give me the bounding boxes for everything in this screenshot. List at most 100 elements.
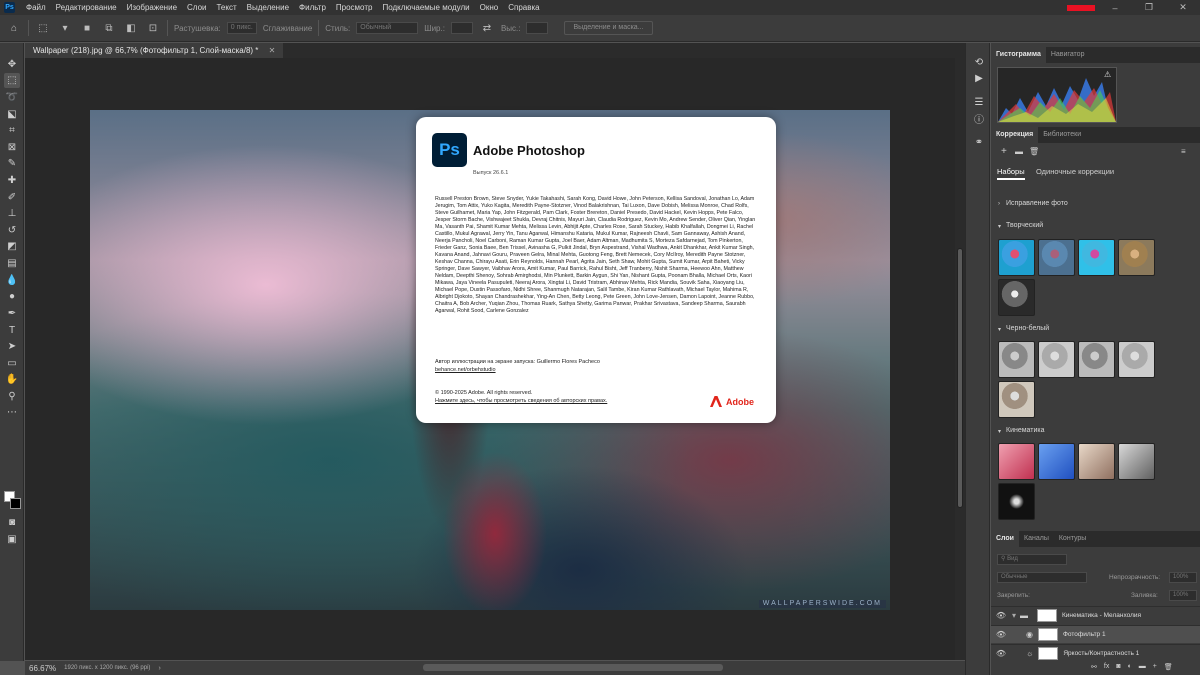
delete-layer-icon[interactable]: 🗑 <box>1164 663 1173 671</box>
chevron-down-icon[interactable]: ▾ <box>998 223 1001 230</box>
history-panel-icon[interactable]: ⟲ <box>972 55 986 69</box>
lasso-tool-icon[interactable]: ➰ <box>4 90 20 105</box>
chevron-down-icon[interactable]: ▾ <box>998 428 1001 435</box>
preset-thumbnail[interactable] <box>998 483 1035 520</box>
preset-thumbnail[interactable] <box>1118 239 1155 276</box>
layer-name[interactable]: Яркость/Контрастность 1 <box>1063 650 1139 657</box>
crop-tool-icon[interactable]: ⌗ <box>4 123 20 138</box>
visibility-eye-icon[interactable]: 👁 <box>994 611 1008 620</box>
fill-input[interactable]: 100% <box>1169 590 1197 601</box>
type-tool-icon[interactable]: T <box>4 323 20 338</box>
section-black-white[interactable]: Черно-белый <box>1006 325 1049 332</box>
trash-icon[interactable]: 🗑 <box>1029 147 1039 156</box>
path-select-icon[interactable]: ➤ <box>4 339 20 354</box>
menu-edit[interactable]: Редактирование <box>51 0 122 15</box>
add-icon[interactable]: + <box>1001 146 1007 157</box>
zoom-level[interactable]: 66.67% <box>29 664 56 673</box>
close-tab-icon[interactable]: ✕ <box>269 46 276 55</box>
chevron-down-icon[interactable]: ▾ <box>1012 611 1016 620</box>
menu-select[interactable]: Выделение <box>242 0 294 15</box>
menu-file[interactable]: Файл <box>21 0 51 15</box>
preset-thumbnail[interactable] <box>1038 341 1075 378</box>
add-mask-icon[interactable]: ◙ <box>1116 663 1120 671</box>
antialias-checkbox[interactable]: Сглаживание <box>263 24 312 33</box>
preset-thumbnail[interactable] <box>1118 443 1155 480</box>
healing-brush-icon[interactable]: ✚ <box>4 173 20 188</box>
style-select[interactable]: Обычный <box>356 22 419 34</box>
menu-window[interactable]: Окно <box>475 0 504 15</box>
horizontal-scrollbar[interactable] <box>423 664 723 671</box>
layer-filter-search[interactable]: ⚲ Вид <box>997 554 1067 565</box>
swap-icon[interactable]: ⇄ <box>479 20 495 36</box>
rect-marquee-tool-icon[interactable]: ⬚ <box>4 73 20 88</box>
close-red-strip[interactable] <box>1064 0 1098 15</box>
layer-mask-thumbnail[interactable] <box>1037 609 1058 622</box>
add-selection-icon[interactable]: ⧉ <box>101 20 117 36</box>
move-tool-icon[interactable]: ✥ <box>4 57 20 72</box>
intersect-selection-icon[interactable]: ⊡ <box>145 20 161 36</box>
layer-row[interactable]: 👁 ▾ ▬ Кинематика - Меланхолия <box>991 606 1200 624</box>
blend-mode-select[interactable]: Обычные <box>997 572 1087 583</box>
zoom-tool-icon[interactable]: ⚲ <box>4 389 20 404</box>
warning-icon[interactable]: ⚠ <box>1104 70 1111 79</box>
home-icon[interactable]: ⌂ <box>6 20 22 36</box>
eraser-tool-icon[interactable]: ◩ <box>4 239 20 254</box>
comments-panel-icon[interactable]: ⚭ <box>972 135 986 149</box>
menu-help[interactable]: Справка <box>503 0 544 15</box>
folder-icon[interactable]: ▬ <box>1015 147 1023 156</box>
preset-thumbnail[interactable] <box>998 341 1035 378</box>
minimize-icon[interactable]: – <box>1098 0 1132 15</box>
object-select-tool-icon[interactable]: ⬕ <box>4 107 20 122</box>
chevron-down-icon[interactable]: ▾ <box>57 20 73 36</box>
marquee-tool-icon[interactable]: ⬚ <box>35 20 51 36</box>
clone-stamp-icon[interactable]: ⊥ <box>4 206 20 221</box>
actions-panel-icon[interactable]: ▶ <box>972 71 986 85</box>
about-dialog[interactable]: Ps Adobe Photoshop Выпуск 26.6.1 Russell… <box>416 117 776 423</box>
layer-row[interactable]: 👁 ☼ Яркость/Контрастность 1 <box>991 644 1200 662</box>
chevron-right-icon[interactable]: › <box>998 201 1000 207</box>
select-and-mask-button[interactable]: Выделение и маска... <box>564 21 653 35</box>
layer-row-selected[interactable]: 👁 ◉ Фотофильтр 1 <box>991 625 1200 643</box>
width-input[interactable] <box>450 22 473 34</box>
background-color-swatch[interactable] <box>10 498 21 509</box>
section-photo-fix[interactable]: Исправление фото <box>1006 200 1068 207</box>
preset-thumbnail[interactable] <box>998 443 1035 480</box>
properties-panel-icon[interactable]: ☰ <box>972 95 986 109</box>
tab-histogram[interactable]: Гистограмма <box>991 47 1046 63</box>
menu-type[interactable]: Текст <box>211 0 241 15</box>
link-layers-icon[interactable]: ⚯ <box>1091 663 1097 671</box>
dodge-tool-icon[interactable]: ● <box>4 289 20 304</box>
vertical-scrollbar[interactable] <box>955 58 965 660</box>
hand-tool-icon[interactable]: ✋ <box>4 372 20 387</box>
visibility-eye-icon[interactable]: 👁 <box>994 630 1008 639</box>
preset-thumbnail[interactable] <box>1118 341 1155 378</box>
gradient-tool-icon[interactable]: ▤ <box>4 256 20 271</box>
preset-thumbnail[interactable] <box>998 279 1035 316</box>
tab-libraries[interactable]: Библиотеки <box>1038 127 1086 143</box>
chevron-right-icon[interactable]: › <box>158 665 160 672</box>
panel-menu-icon[interactable]: ≡ <box>1181 147 1186 156</box>
screen-mode-icon[interactable]: ▣ <box>4 532 20 547</box>
visibility-eye-icon[interactable]: 👁 <box>994 649 1008 658</box>
about-legal-link[interactable]: Нажмите здесь, чтобы просмотреть сведени… <box>435 398 607 404</box>
chevron-down-icon[interactable]: ▾ <box>998 326 1001 333</box>
menu-layer[interactable]: Слои <box>182 0 211 15</box>
preset-thumbnail[interactable] <box>998 239 1035 276</box>
layer-name[interactable]: Кинематика - Меланхолия <box>1062 612 1141 619</box>
new-layer-icon[interactable]: + <box>1153 663 1157 671</box>
restore-icon[interactable]: ❐ <box>1132 0 1166 15</box>
subtab-presets[interactable]: Наборы <box>997 167 1025 180</box>
quick-mask-icon[interactable]: ◙ <box>4 515 20 530</box>
pen-tool-icon[interactable]: ✒ <box>4 306 20 321</box>
menu-filter[interactable]: Фильтр <box>294 0 331 15</box>
eyedropper-tool-icon[interactable]: ✎ <box>4 156 20 171</box>
preset-thumbnail[interactable] <box>1038 239 1075 276</box>
document-info[interactable]: 1920 пикс. x 1200 пикс. (96 ppi) <box>64 665 150 671</box>
layer-style-icon[interactable]: fx <box>1104 663 1109 671</box>
tab-adjustments[interactable]: Коррекция <box>991 127 1039 143</box>
preset-thumbnail[interactable] <box>1078 239 1115 276</box>
history-brush-icon[interactable]: ↺ <box>4 223 20 238</box>
preset-thumbnail[interactable] <box>998 381 1035 418</box>
rectangle-tool-icon[interactable]: ▭ <box>4 356 20 371</box>
opacity-input[interactable]: 100% <box>1169 572 1197 583</box>
